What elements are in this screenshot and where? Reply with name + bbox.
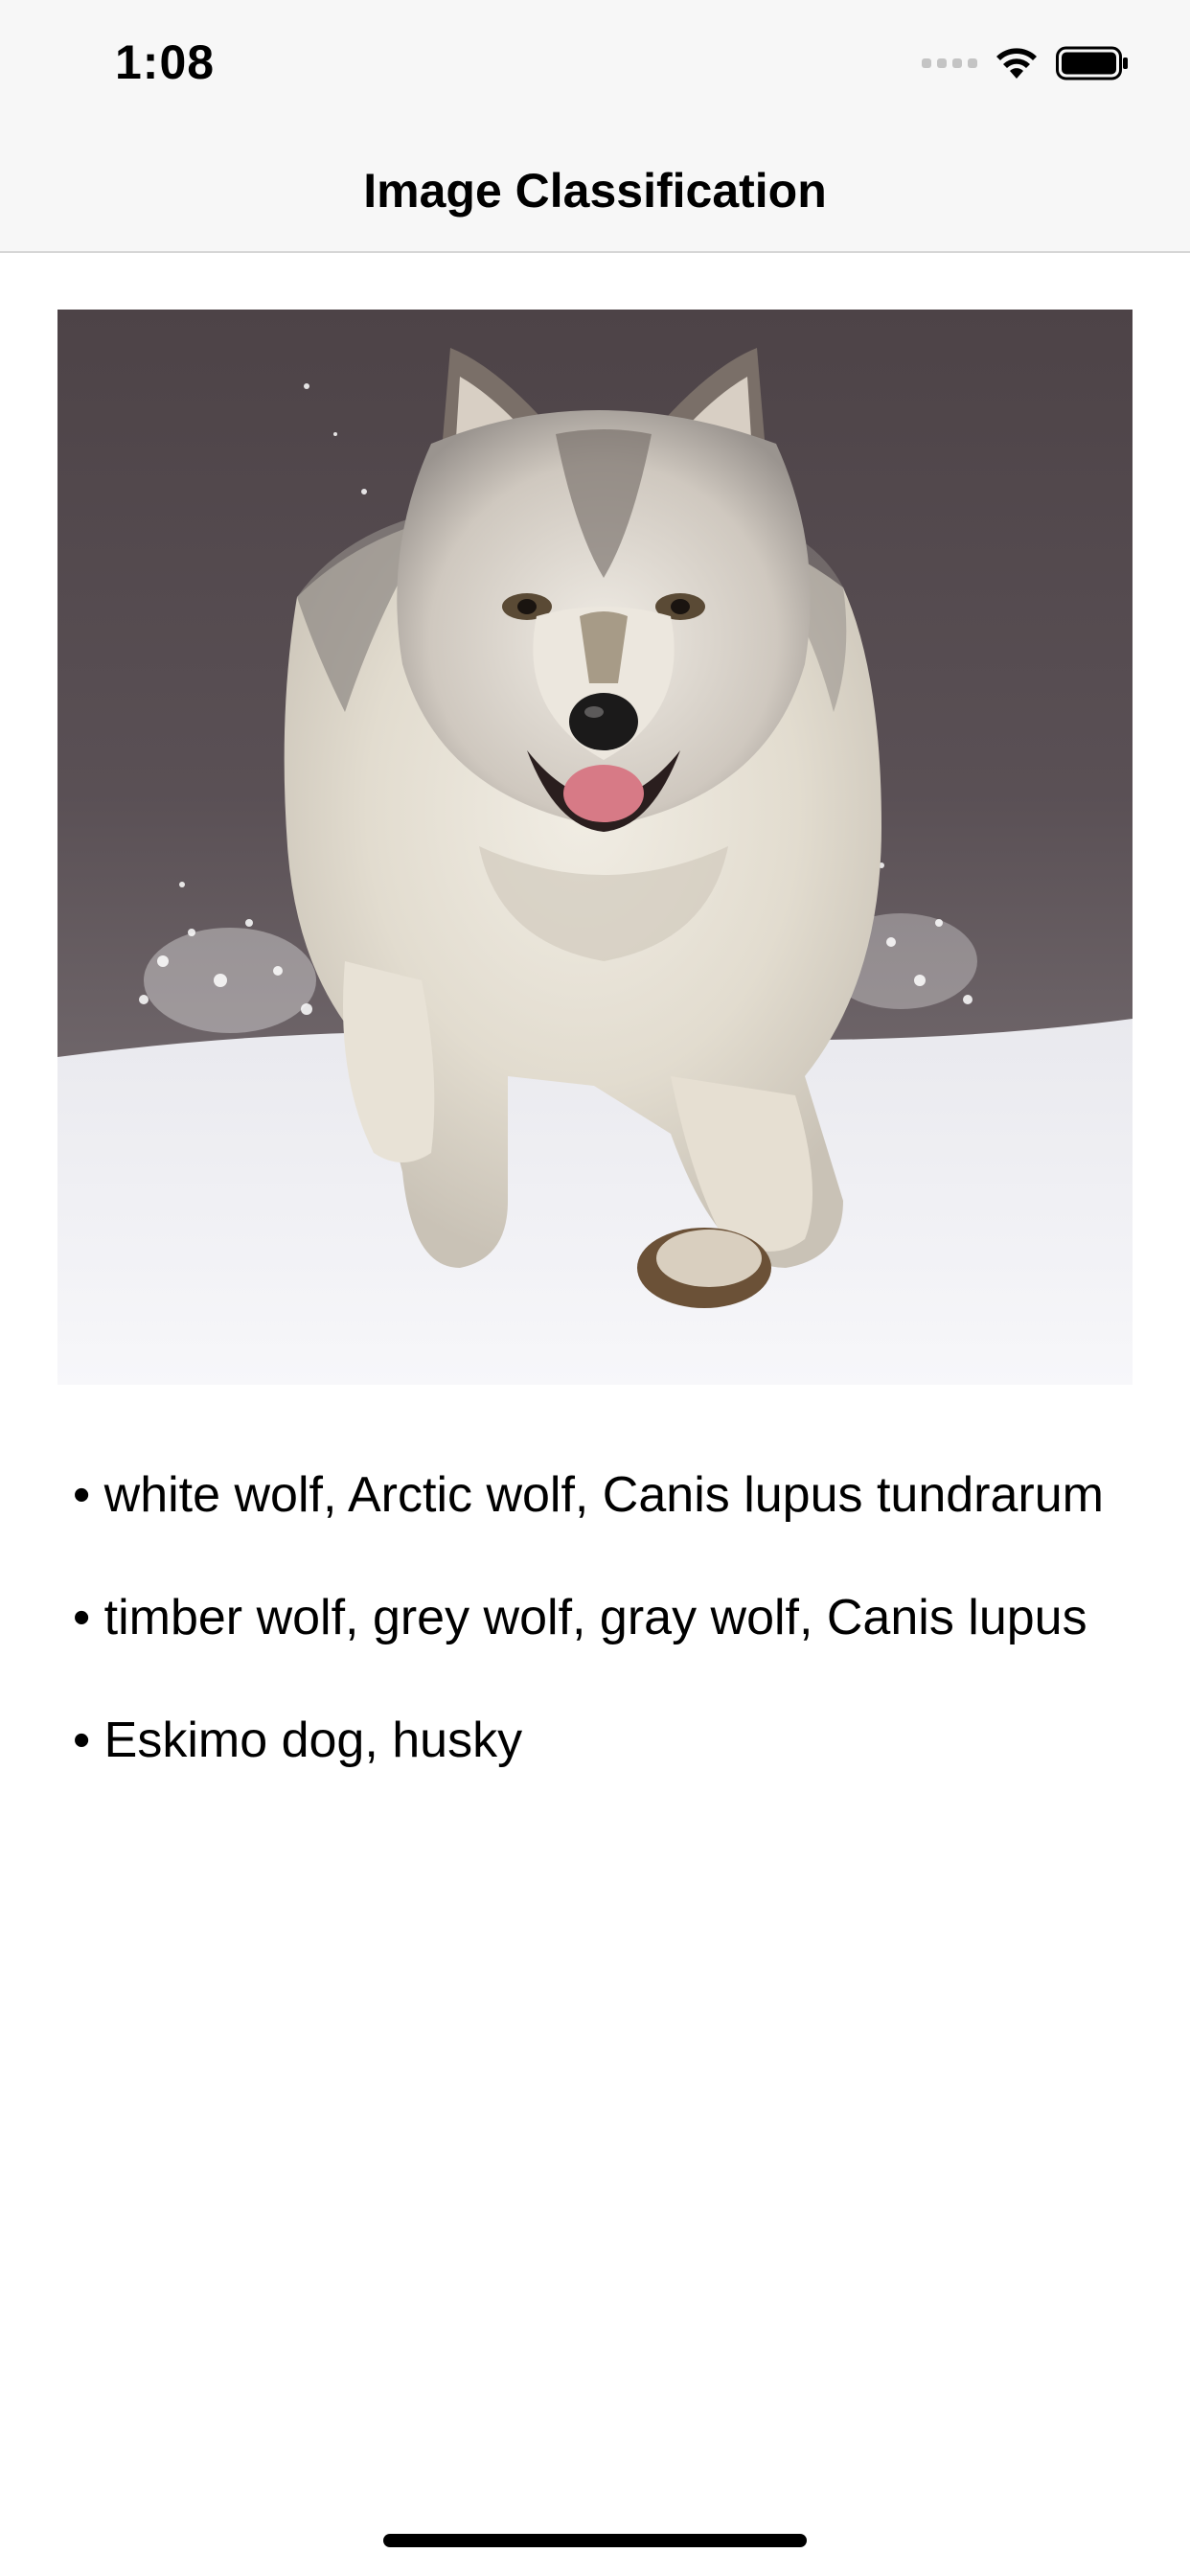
result-item: • Eskimo dog, husky [73, 1713, 523, 1768]
status-time: 1:08 [115, 35, 216, 89]
navigation-bar: Image Classification [0, 126, 1190, 253]
wifi-icon [996, 48, 1037, 79]
battery-icon [1056, 46, 1128, 80]
page-title: Image Classification [363, 164, 827, 218]
result-item: • white wolf, Arctic wolf, Canis lupus t… [73, 1467, 1104, 1523]
result-item: • timber wolf, grey wolf, gray wolf, Can… [73, 1590, 1087, 1645]
status-bar: 1:08 [0, 0, 1190, 126]
screen: 1:08 Image Classification • white wolf, … [0, 0, 1190, 2576]
home-indicator[interactable] [383, 2534, 807, 2547]
signal-icon [922, 58, 977, 68]
status-icons [922, 44, 1129, 82]
results-list: • white wolf, Arctic wolf, Canis lupus t… [73, 1464, 1108, 1832]
wolf-photo [57, 310, 1133, 1385]
